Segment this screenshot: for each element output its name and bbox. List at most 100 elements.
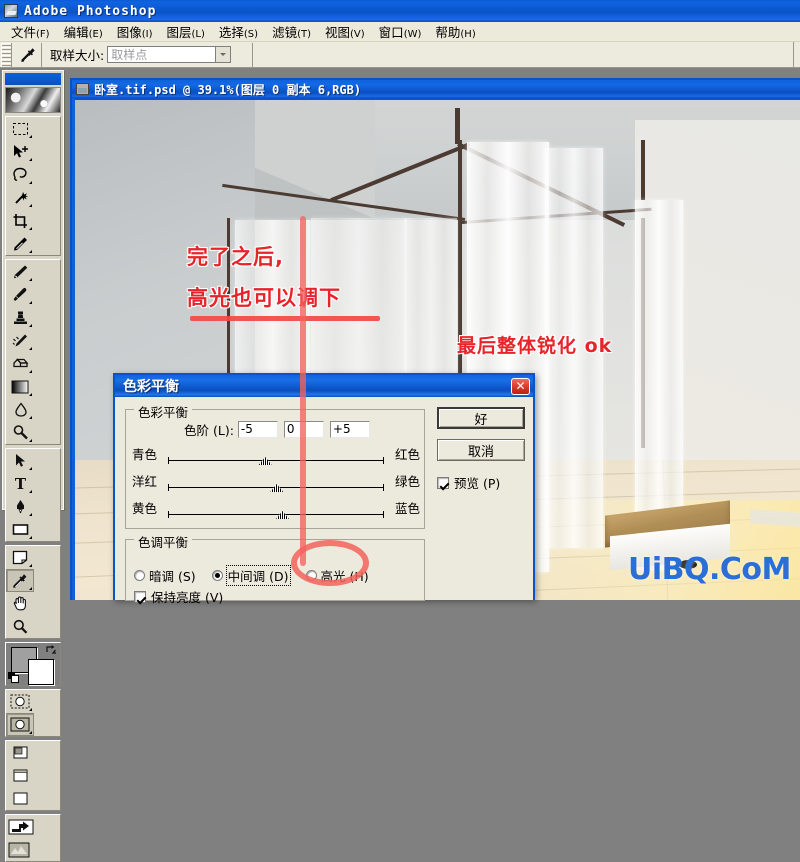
close-icon[interactable]: ✕ <box>511 377 530 395</box>
slider-thumb-cyan-red[interactable] <box>258 457 272 465</box>
swap-colors-icon[interactable] <box>46 644 57 655</box>
history-brush-icon[interactable] <box>6 329 34 352</box>
options-bar-palette-well[interactable] <box>793 42 800 67</box>
options-bar-grip[interactable] <box>1 42 12 67</box>
document-title: 卧室.tif.psd @ 39.1%(图层 0 副本 6,RGB) <box>94 82 362 97</box>
clone-stamp-icon[interactable] <box>6 306 34 329</box>
notes-icon[interactable] <box>6 546 34 569</box>
imageready-preview-icon[interactable] <box>6 838 32 861</box>
tool-group-retouch <box>5 259 61 445</box>
zoom-icon[interactable] <box>6 615 34 638</box>
lasso-icon[interactable] <box>6 163 34 186</box>
menu-item-window[interactable]: 窗口(W) <box>372 21 429 42</box>
pen-icon[interactable] <box>6 495 34 518</box>
menu-item-image[interactable]: 图像(I) <box>110 21 160 42</box>
blur-icon[interactable] <box>6 398 34 421</box>
annotation-circle-marker <box>291 540 369 586</box>
quick-mask-mode-icon[interactable] <box>6 713 34 736</box>
slider-thumb-magenta-green[interactable] <box>270 484 284 492</box>
slider-magenta-green[interactable]: 洋红 绿色 <box>132 471 420 498</box>
app-title: Adobe Photoshop <box>24 3 157 19</box>
checkbox-preserve-luminosity[interactable] <box>134 590 146 603</box>
radio-dot-midtones[interactable] <box>211 570 223 581</box>
menu-mnemonic: (I) <box>141 29 153 40</box>
level-input-yellow-blue[interactable]: +5 <box>329 421 370 438</box>
slider-cyan-red[interactable]: 青色 红色 <box>132 444 420 471</box>
menu-label: 图像 <box>116 25 142 40</box>
menu-item-select[interactable]: 选择(S) <box>212 21 265 42</box>
preview-checkbox-row[interactable]: 预览 (P) <box>437 473 500 492</box>
type-icon[interactable]: T <box>6 472 34 495</box>
label-preview: 预览 (P) <box>454 476 501 491</box>
menu-item-file[interactable]: 文件(F) <box>4 21 57 42</box>
jump-to-group <box>5 814 61 862</box>
menu-label: 图层 <box>166 25 192 40</box>
toolbox-titlebar[interactable] <box>5 73 61 85</box>
slider-track-yellow-blue[interactable] <box>168 511 384 518</box>
menu-mnemonic: (H) <box>460 29 476 40</box>
menu-mnemonic: (T) <box>297 29 311 40</box>
ok-button[interactable]: 好 <box>437 407 525 429</box>
menu-item-view[interactable]: 视图(V) <box>318 21 372 42</box>
bed-post-right-upper <box>641 140 645 200</box>
menu-label: 窗口 <box>378 25 404 40</box>
marquee-rectangular-icon[interactable] <box>6 117 34 140</box>
eyedropper-icon[interactable] <box>6 569 34 592</box>
eyedropper-icon[interactable] <box>15 42 42 67</box>
tool-group-vector: T <box>5 448 61 542</box>
rectangle-shape-icon[interactable] <box>6 518 34 541</box>
mask-mode-group <box>5 689 61 737</box>
radio-dot-shadows[interactable] <box>134 570 145 581</box>
slice-icon[interactable] <box>6 232 34 255</box>
standard-screen-mode-icon[interactable] <box>6 741 34 764</box>
jump-to-imageready-icon[interactable] <box>6 815 36 838</box>
chevron-down-icon[interactable] <box>215 46 232 63</box>
background-color-swatch[interactable] <box>28 659 54 685</box>
sample-size-select[interactable]: 取样点 <box>107 46 232 63</box>
preserve-luminosity-checkbox[interactable]: 保持亮度 (V) <box>134 587 223 606</box>
level-input-cyan-red[interactable]: -5 <box>237 421 278 438</box>
slider-track-cyan-red[interactable] <box>168 457 384 464</box>
menu-item-edit[interactable]: 编辑(E) <box>57 21 110 42</box>
healing-brush-icon[interactable] <box>6 260 34 283</box>
magic-wand-icon[interactable] <box>6 186 34 209</box>
toolbox-palette[interactable]: T <box>2 70 64 862</box>
document-titlebar[interactable]: 卧室.tif.psd @ 39.1%(图层 0 副本 6,RGB) <box>72 80 800 98</box>
tone-balance-group-legend: 色调平衡 <box>134 532 193 551</box>
dialog-button-column: 好 取消 <box>437 407 527 471</box>
slider-thumb-yellow-blue[interactable] <box>276 511 289 519</box>
label-preserve-luminosity: 保持亮度 (V) <box>151 590 224 605</box>
slider-yellow-blue[interactable]: 黄色 蓝色 <box>132 498 420 525</box>
annotation-text-line-2: 高光也可以调下 <box>187 286 341 310</box>
dialog-titlebar[interactable]: 色彩平衡 ✕ <box>115 375 533 397</box>
options-bar: 取样大小: 取样点 <box>0 42 800 68</box>
default-colors-icon[interactable] <box>8 672 19 683</box>
standard-mask-mode-icon[interactable] <box>6 690 34 713</box>
eraser-icon[interactable] <box>6 352 34 375</box>
dodge-icon[interactable] <box>6 421 34 444</box>
gradient-icon[interactable] <box>6 375 34 398</box>
menu-item-layer[interactable]: 图层(L) <box>160 21 212 42</box>
annotation-vertical-marker <box>300 216 306 566</box>
menu-item-filter[interactable]: 滤镜(T) <box>265 21 318 42</box>
crop-icon[interactable] <box>6 209 34 232</box>
path-selection-icon[interactable] <box>6 449 34 472</box>
menu-item-help[interactable]: 帮助(H) <box>428 21 482 42</box>
paintbrush-icon[interactable] <box>6 283 34 306</box>
radio-shadows[interactable]: 暗调 (S) <box>134 566 196 585</box>
app-titlebar[interactable]: Adobe Photoshop <box>0 0 800 22</box>
tool-group-navigation <box>5 545 61 639</box>
menu-mnemonic: (L) <box>191 29 205 40</box>
menu-mnemonic: (V) <box>350 29 365 40</box>
move-icon[interactable] <box>6 140 34 163</box>
photoshop-app-icon[interactable] <box>4 4 18 18</box>
radio-midtones[interactable]: 中间调 (D) <box>211 565 291 586</box>
color-swatches[interactable] <box>5 642 61 686</box>
full-screen-menubar-mode-icon[interactable] <box>6 764 34 787</box>
screen-mode-group <box>5 740 61 811</box>
cancel-button[interactable]: 取消 <box>437 439 525 461</box>
hand-icon[interactable] <box>6 592 34 615</box>
checkbox-preview[interactable] <box>437 476 449 489</box>
full-screen-mode-icon[interactable] <box>6 787 34 810</box>
menu-label: 编辑 <box>63 25 89 40</box>
